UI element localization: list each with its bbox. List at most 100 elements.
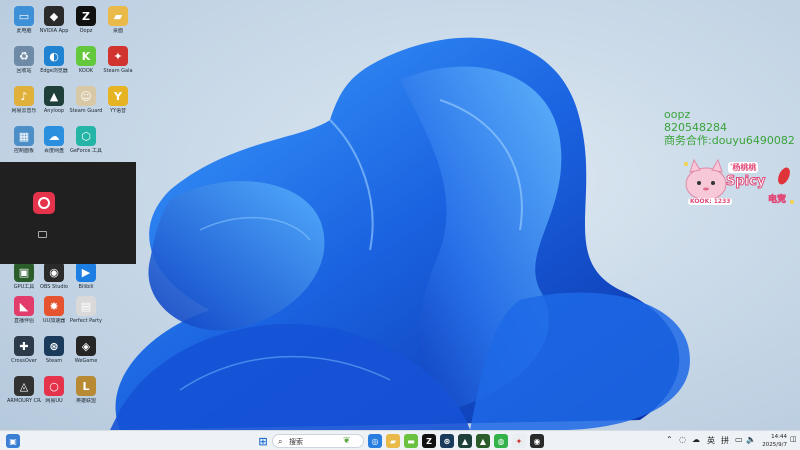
taskbar: ▣ ⊞ ⌕ 搜索 ❦ ◎ ▰ ▬ Z ⊛ ▲ ▲ ◍ ✦ ◉ ⌃ ◌ ☁ 英 拼… (0, 430, 800, 450)
app-icon: ✸ (44, 296, 64, 316)
desktop-icon[interactable]: ▤ Perfect Party (69, 296, 103, 324)
app-icon: ◣ (14, 296, 34, 316)
tray-network-icon[interactable]: ▭ (735, 435, 743, 444)
overlay-line-oopz: oopz (664, 108, 691, 121)
desktop-icon[interactable]: ☁ 百度网盘 (37, 126, 71, 154)
desktop-icon[interactable]: ◬ ARMOURY CRATE (7, 376, 41, 404)
tray-cloud-icon[interactable]: ☁ (692, 435, 700, 444)
tray-app-icon[interactable]: ◌ (679, 435, 686, 444)
desktop-icon-label: YY语音 (109, 108, 127, 114)
file-explorer-icon[interactable]: ▰ (386, 434, 400, 448)
tray-volume-icon[interactable]: 🔈 (746, 435, 756, 444)
wechat-taskbar-icon[interactable]: ◍ (494, 434, 508, 448)
desktop-icon-label: GeForce 工具 (69, 148, 103, 154)
app-icon: ◉ (44, 262, 64, 282)
desktop-icon-label: Bilibili (78, 284, 94, 290)
app-popup-window[interactable] (0, 162, 136, 264)
desktop-icon-label: Perfect Party (70, 318, 102, 324)
desktop-icon[interactable]: ▦ 控制面板 (7, 126, 41, 154)
desktop-icon[interactable]: ◆ NVIDIA App (37, 6, 71, 34)
oopz-taskbar-icon[interactable]: Z (422, 434, 436, 448)
start-button[interactable]: ⊞ (256, 434, 270, 448)
task-view-icon[interactable]: ◎ (368, 434, 382, 448)
app-icon: ▤ (76, 296, 96, 316)
app-icon: Z (76, 6, 96, 26)
desktop-icon-label: 此电脑 (16, 28, 32, 34)
desktop-icon[interactable]: Z Oopz (69, 6, 103, 34)
taskbar-clock[interactable]: 14:44 2025/9/7 (759, 433, 787, 449)
obs-taskbar-icon[interactable]: ◉ (530, 434, 544, 448)
app-icon: ◬ (14, 376, 34, 396)
desktop-icon[interactable]: ▲ Anyloop (37, 86, 71, 114)
desktop-icon[interactable]: K KOOK (69, 46, 103, 74)
app-icon: ◆ (44, 6, 64, 26)
app-icon: ▰ (108, 6, 128, 26)
desktop-icon[interactable]: ♻ 回收站 (7, 46, 41, 74)
desktop-icon-label: 控制面板 (13, 148, 34, 154)
desktop-icon[interactable]: ⊛ Steam (37, 336, 71, 364)
app-icon: Y (108, 86, 128, 106)
streamer-badge: ʹ杨桃桃 Spicy KOOK: 1233 电竞 (680, 158, 798, 210)
desktop-icon[interactable]: ◣ 直播伴侣 (7, 296, 41, 324)
desktop-icon[interactable]: ♪ 网易云音乐 (7, 86, 41, 114)
tray-chevron-icon[interactable]: ⌃ (666, 435, 673, 444)
search-icon: ⌕ (278, 437, 283, 446)
app-icon: ▲ (44, 86, 64, 106)
app-icon: ◐ (44, 46, 64, 66)
app-logo-icon (33, 192, 55, 214)
app-icon: ▣ (14, 262, 34, 282)
app-icon: ♪ (14, 86, 34, 106)
kook-taskbar-icon[interactable]: ▬ (404, 434, 418, 448)
tray-ime[interactable]: 拼 (721, 435, 729, 446)
desktop-icon[interactable]: ◐ Edge浏览器 (37, 46, 71, 74)
desktop-icon-label: Oopz (79, 28, 93, 34)
app-icon: ✚ (14, 336, 34, 356)
desktop-icon-label: Steam Gala (103, 68, 133, 74)
desktop-icon[interactable]: ▰ 桌面 (101, 6, 135, 34)
desktop-icon-label: 网易云音乐 (11, 108, 37, 114)
desktop-icon[interactable]: ◉ OBS Studio (37, 262, 71, 290)
desktop-icon-label: 百度网盘 (43, 148, 64, 154)
clock-date: 2025/9/7 (762, 442, 787, 448)
desktop-icon[interactable]: ✦ Steam Gala (101, 46, 135, 74)
steam-taskbar-icon[interactable]: ⊛ (440, 434, 454, 448)
desktop-icon-label: UU加速器 (42, 318, 66, 324)
badge-title: Spicy (725, 174, 766, 190)
app-icon: ○ (44, 376, 64, 396)
app-taskbar-icon[interactable]: ✦ (512, 434, 526, 448)
desktop-icon-label: GPU工具 (13, 284, 35, 290)
desktop-icon-label: 网易UU (45, 398, 63, 404)
badge-kook-id: KOOK: 1233 (688, 198, 733, 205)
clock-time: 14:44 (771, 434, 787, 440)
desktop-icon[interactable]: ✚ CrossOver (7, 336, 41, 364)
desktop-icon[interactable]: ▭ 此电脑 (7, 6, 41, 34)
app-icon: ✦ (108, 46, 128, 66)
desktop-icon[interactable]: ○ 网易UU (37, 376, 71, 404)
desktop-icon[interactable]: ▣ GPU工具 (7, 262, 41, 290)
taskbar-search[interactable]: ⌕ 搜索 ❦ (272, 434, 364, 448)
desktop-icon-label: NVIDIA App (39, 28, 69, 34)
desktop-icon-label: 回收站 (16, 68, 32, 74)
widgets-icon[interactable]: ▣ (6, 434, 20, 448)
display-icon (38, 231, 47, 238)
search-highlight-icon: ❦ (343, 436, 351, 446)
desktop-icon-label: ARMOURY CRATE (7, 398, 41, 404)
desktop-icon[interactable]: ◈ WeGame (69, 336, 103, 364)
desktop-icon-label: OBS Studio (40, 284, 68, 290)
desktop-icon[interactable]: ⬡ GeForce 工具 (69, 126, 103, 154)
app-icon: ▭ (14, 6, 34, 26)
app-icon: K (76, 46, 96, 66)
gpu-taskbar-icon[interactable]: ▲ (476, 434, 490, 448)
anyloop-taskbar-icon[interactable]: ▲ (458, 434, 472, 448)
desktop-icon-label: Steam (45, 358, 63, 364)
desktop-icon-label: 直播伴侣 (13, 318, 34, 324)
overlay-line-business: 商务合作:douyu6490082 (664, 134, 795, 147)
desktop-icon[interactable]: Y YY语音 (101, 86, 135, 114)
desktop-icon[interactable]: ✸ UU加速器 (37, 296, 71, 324)
tray-language[interactable]: 英 (707, 435, 715, 446)
notification-icon[interactable]: ◫ (790, 435, 797, 443)
desktop-icon[interactable]: L 英雄联盟 (69, 376, 103, 404)
desktop-icon[interactable]: ☺ Steam Guard (69, 86, 103, 114)
app-icon: ♻ (14, 46, 34, 66)
desktop-icon[interactable]: ▶ Bilibili (69, 262, 103, 290)
